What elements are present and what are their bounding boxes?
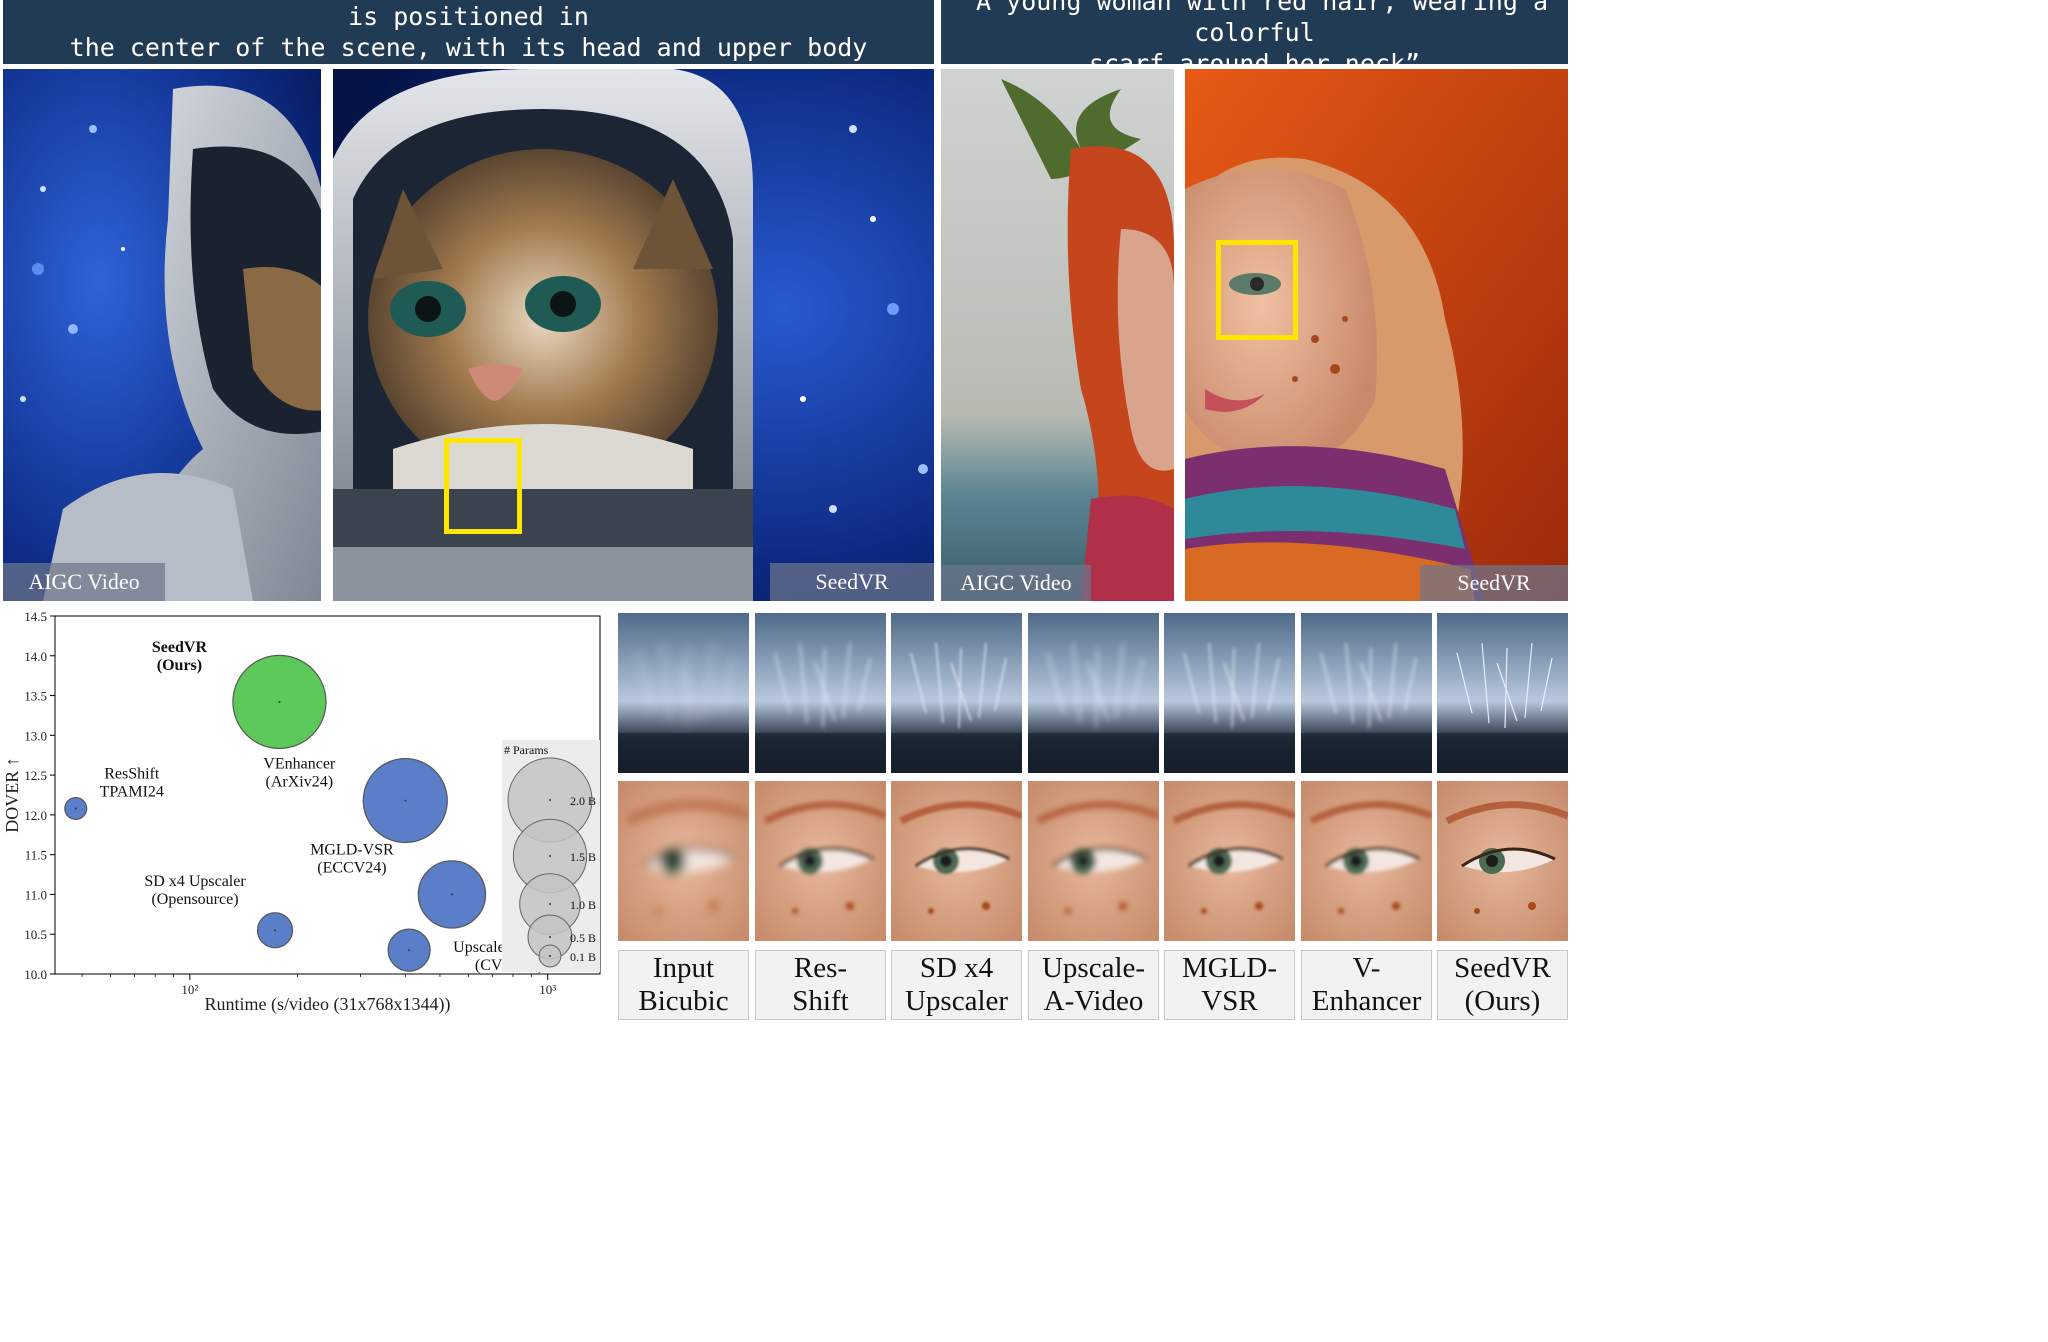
bubble-label: ResShift: [104, 766, 160, 783]
crop-fur: [1028, 613, 1159, 773]
size-legend-label: 0.1 B: [570, 950, 596, 964]
bubble-label: (Ours): [157, 657, 202, 674]
zoom-box-woman: [1216, 240, 1298, 340]
bubble-center-dot: [408, 949, 411, 952]
crop-fur: [1164, 613, 1295, 773]
x-tick-label: 10³: [539, 982, 556, 997]
crop-eye: [1164, 781, 1295, 941]
y-tick-label: 14.0: [24, 649, 47, 664]
crop-eye: [618, 781, 749, 941]
tag-aigc-woman: AIGC Video: [941, 565, 1091, 601]
crop-fur: [1301, 613, 1432, 773]
size-legend-label: 0.5 B: [570, 931, 596, 945]
crop-fur: [755, 613, 886, 773]
method-label: Res- Shift: [755, 950, 886, 1020]
bubble-label: SD x4 Upscaler: [144, 873, 246, 890]
crop-eye: [1301, 781, 1432, 941]
bubble-label: TPAMI24: [100, 784, 164, 801]
size-legend-center-dot: [549, 903, 551, 905]
y-tick-label: 12.0: [24, 808, 47, 823]
bubble-center-dot: [450, 893, 453, 896]
bubble-center-dot: [74, 807, 77, 810]
crop-eye: [1437, 781, 1568, 941]
y-axis-label: DOVER ↑: [2, 757, 22, 833]
size-legend-label: 1.0 B: [570, 898, 596, 912]
caption-cat: “A cat wearing a spacesuit, it is an ast…: [3, 0, 934, 93]
method-label: SeedVR (Ours): [1437, 950, 1568, 1020]
x-axis-label: Runtime (s/video (31x768x1344)): [205, 994, 451, 1015]
method-label: SD x4 Upscaler: [891, 950, 1022, 1020]
caption-woman: “A young woman with red hair, wearing a …: [941, 0, 1568, 78]
y-tick-label: 12.5: [24, 768, 47, 783]
size-legend-label: 2.0 B: [570, 794, 596, 808]
method-label: Input Bicubic: [618, 950, 749, 1020]
y-tick-label: 11.0: [25, 887, 47, 902]
comparison-grid: Input Bicubic Res- Shift SD x4 Upscaler Ups…: [618, 613, 1568, 1023]
cat-aigc-image: [3, 69, 321, 601]
zoom-box-cat: [444, 438, 522, 534]
x-tick-label: 10²: [181, 982, 198, 997]
crop-fur: [618, 613, 749, 773]
size-legend-center-dot: [549, 855, 551, 857]
size-legend-center-dot: [549, 799, 551, 801]
method-label: Upscale- A-Video: [1028, 950, 1159, 1020]
y-tick-label: 10.5: [24, 927, 47, 942]
crop-eye: [1028, 781, 1159, 941]
crop-eye: [755, 781, 886, 941]
method-label: MGLD- VSR: [1164, 950, 1295, 1020]
bubble-label: (ArXiv24): [266, 774, 334, 791]
bubble-label: (ECCV24): [317, 859, 386, 876]
tag-seedvr-cat: SeedVR: [770, 563, 934, 601]
y-tick-label: 10.0: [24, 967, 47, 982]
bubble-label: VEnhancer: [263, 756, 336, 773]
size-legend-center-dot: [549, 936, 551, 938]
bubble-chart: 10.0 10.5 11.0 11.5 12.0 12.5 13.0 13.5 14.0 14.5…: [0, 604, 610, 1024]
bubble-center-dot: [404, 799, 407, 802]
crop-fur: [1437, 613, 1568, 773]
y-tick-label: 13.5: [24, 689, 47, 704]
bubble-center-dot: [278, 700, 281, 703]
bubble-label: (Opensource): [151, 891, 238, 908]
y-tick-label: 14.5: [24, 609, 47, 624]
cat-seedvr-image: [333, 69, 934, 601]
chart-svg: 10.0 10.5 11.0 11.5 12.0 12.5 13.0 13.5 14.0 14.5…: [2, 609, 601, 1015]
y-tick-label: 13.0: [24, 728, 47, 743]
bubble-center-dot: [274, 929, 277, 932]
size-legend-center-dot: [549, 955, 551, 957]
method-label: V- Enhancer: [1301, 950, 1432, 1020]
bubble-label: MGLD-VSR: [310, 841, 394, 858]
woman-aigc-image: [941, 69, 1174, 601]
size-legend-label: 1.5 B: [570, 850, 596, 864]
crop-fur: [891, 613, 1022, 773]
size-legend-title: # Params: [504, 743, 549, 757]
tag-seedvr-woman: SeedVR: [1420, 565, 1568, 601]
bubble-label: SeedVR: [152, 639, 208, 656]
tag-aigc-cat: AIGC Video: [3, 563, 165, 601]
y-tick-label: 11.5: [25, 848, 47, 863]
crop-eye: [891, 781, 1022, 941]
